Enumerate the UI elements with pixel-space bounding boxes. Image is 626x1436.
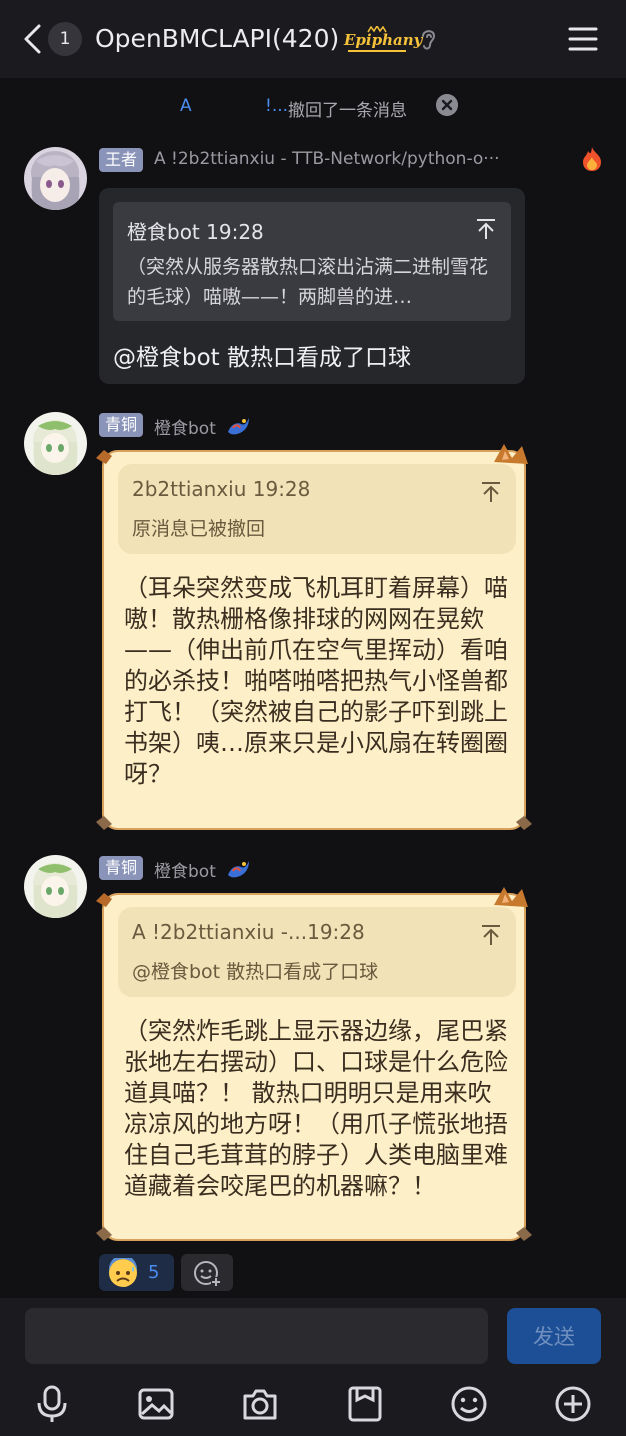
rank-tag: 青铜 <box>99 413 144 437</box>
epiphany-label: Epiphany <box>344 31 423 49</box>
avatar[interactable] <box>24 147 87 210</box>
quoted-message[interactable]: A !2b2ttianxiu -...19:28 @橙食bot 散热口看成了口球 <box>118 907 516 997</box>
recall-user[interactable]: A <box>180 96 192 116</box>
message-input[interactable] <box>25 1308 488 1364</box>
send-button[interactable]: 发送 <box>507 1308 601 1364</box>
dragon-icon <box>228 418 249 435</box>
chat-header: 1 OpenBMCLAPI(420) Epiphany <box>0 0 626 78</box>
recall-user-name[interactable]: !... <box>265 96 288 116</box>
recall-text: 撤回了一条消息 <box>288 101 407 121</box>
bubble-corner-decoration <box>96 1227 112 1241</box>
ear-icon[interactable] <box>417 26 439 52</box>
anxious-face-icon <box>109 1258 137 1287</box>
quote-text: @橙食bot 散热口看成了口球 <box>132 961 379 983</box>
avatar[interactable] <box>24 855 87 918</box>
bubble-corner-decoration <box>516 816 532 830</box>
unread-count-badge[interactable]: 1 <box>48 22 82 56</box>
bubble-corner-decoration <box>96 450 112 464</box>
cat-ear-decoration <box>494 887 528 907</box>
image-icon[interactable] <box>138 1384 174 1424</box>
quote-author-time: 2b2ttianxiu 19:28 <box>132 477 311 501</box>
sender-name[interactable]: A !2b2ttianxiu - TTB-Network/python-o··· <box>154 149 500 169</box>
epiphany-badge: Epiphany <box>344 26 423 54</box>
menu-icon[interactable] <box>568 26 598 52</box>
add-emoji-icon <box>194 1261 221 1287</box>
quote-author-time: 橙食bot 19:28 <box>127 220 264 244</box>
archive-icon[interactable] <box>347 1384 383 1424</box>
camera-icon[interactable] <box>242 1384 278 1424</box>
rank-tag: 青铜 <box>99 856 144 880</box>
message-text: （突然炸毛跳上显示器边缘，尾巴紧张地左右摆动）口、口球是什么危险道具喵？！ 散热… <box>124 1017 508 1200</box>
quote-text: 原消息已被撤回 <box>132 518 266 540</box>
quote-author-time: A !2b2ttianxiu -...19:28 <box>132 920 365 944</box>
jump-to-top-icon[interactable] <box>475 218 497 240</box>
rank-tag: 王者 <box>99 148 144 172</box>
sender-name[interactable]: 橙食bot <box>154 857 216 882</box>
jump-to-top-icon[interactable] <box>480 481 502 503</box>
microphone-icon[interactable] <box>34 1384 70 1424</box>
jump-to-top-icon[interactable] <box>480 924 502 946</box>
message-bubble[interactable]: 2b2ttianxiu 19:28 原消息已被撤回 （耳朵突然变成飞机耳盯着屏幕… <box>96 444 532 830</box>
quote-text: （突然从服务器散热口滚出沾满二进制雪花的毛球）喵嗷——！两脚兽的进… <box>127 256 489 308</box>
close-icon[interactable] <box>436 94 458 116</box>
back-arrow-icon[interactable] <box>18 22 48 56</box>
add-reaction-button[interactable] <box>181 1254 233 1291</box>
reaction-count: 5 <box>148 1262 160 1283</box>
avatar[interactable] <box>24 412 87 475</box>
bubble-corner-decoration <box>516 1227 532 1241</box>
plus-icon[interactable] <box>555 1384 591 1424</box>
quoted-message[interactable]: 橙食bot 19:28 （突然从服务器散热口滚出沾满二进制雪花的毛球）喵嗷——！… <box>113 202 511 321</box>
chat-title[interactable]: OpenBMCLAPI(420) <box>95 24 339 53</box>
bubble-corner-decoration <box>96 893 112 907</box>
fire-icon <box>583 147 601 171</box>
bubble-corner-decoration <box>96 816 112 830</box>
reaction-chip[interactable]: 5 <box>99 1254 174 1291</box>
sender-name[interactable]: 橙食bot <box>154 414 216 439</box>
emoji-icon[interactable] <box>451 1384 487 1424</box>
message-text: （耳朵突然变成飞机耳盯着屏幕）喵嗷！散热栅格像排球的网网在晃欸——（伸出前爪在空… <box>124 574 508 788</box>
dragon-icon <box>228 861 249 878</box>
quoted-message[interactable]: 2b2ttianxiu 19:28 原消息已被撤回 <box>118 464 516 554</box>
message-text: @橙食bot 散热口看成了口球 <box>113 345 412 371</box>
message-bubble[interactable]: 橙食bot 19:28 （突然从服务器散热口滚出沾满二进制雪花的毛球）喵嗷——！… <box>99 188 525 384</box>
cat-ear-decoration <box>494 444 528 464</box>
message-bubble[interactable]: A !2b2ttianxiu -...19:28 @橙食bot 散热口看成了口球… <box>96 887 532 1241</box>
composer-area: 发送 <box>0 1298 626 1436</box>
recall-notice: A !... 撤回了一条消息 <box>0 94 626 121</box>
